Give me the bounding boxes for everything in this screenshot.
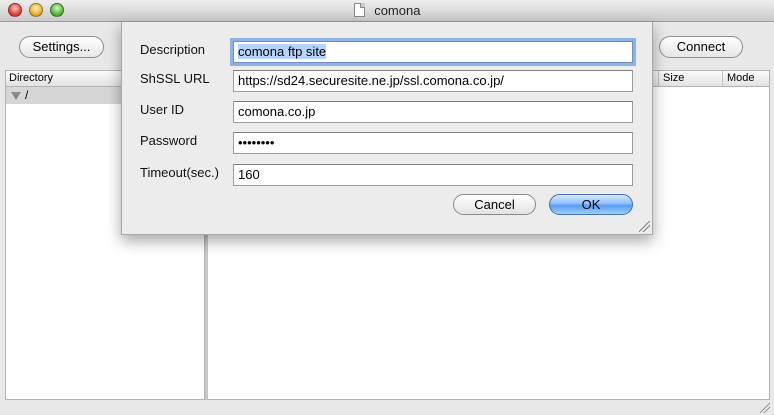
url-field[interactable]: https://sd24.securesite.ne.jp/ssl.comona… [233, 70, 633, 92]
sheet-resize-grip-icon[interactable] [639, 221, 650, 232]
password-label: Password [140, 133, 198, 148]
ok-button[interactable]: OK [549, 194, 633, 215]
description-value: comona ftp site [238, 44, 327, 59]
disclosure-triangle-icon[interactable] [11, 92, 21, 100]
document-icon [353, 3, 365, 17]
status-bar [0, 400, 774, 415]
directory-root-label: / [25, 88, 29, 102]
password-field[interactable]: •••••••• [233, 132, 633, 154]
window-title-wrap: comona [0, 0, 774, 22]
settings-button[interactable]: Settings... [19, 36, 104, 58]
cancel-button[interactable]: Cancel [453, 194, 536, 215]
description-label: Description [140, 42, 206, 57]
connect-button[interactable]: Connect [659, 36, 743, 58]
userid-field[interactable]: comona.co.jp [233, 101, 633, 123]
connection-settings-sheet: Description comona ftp site ShSSL URL ht… [121, 22, 653, 235]
column-size[interactable]: Size [658, 71, 722, 86]
timeout-label: Timeout(sec.) [140, 165, 219, 180]
window-resize-grip-icon[interactable] [760, 403, 770, 413]
column-mode[interactable]: Mode [722, 71, 772, 86]
description-field[interactable]: comona ftp site [233, 41, 633, 63]
timeout-field[interactable]: 160 [233, 164, 633, 186]
userid-label: User ID [140, 102, 185, 117]
url-label: ShSSL URL [140, 71, 210, 86]
title-bar: comona [0, 0, 774, 22]
window-title: comona [374, 3, 421, 18]
